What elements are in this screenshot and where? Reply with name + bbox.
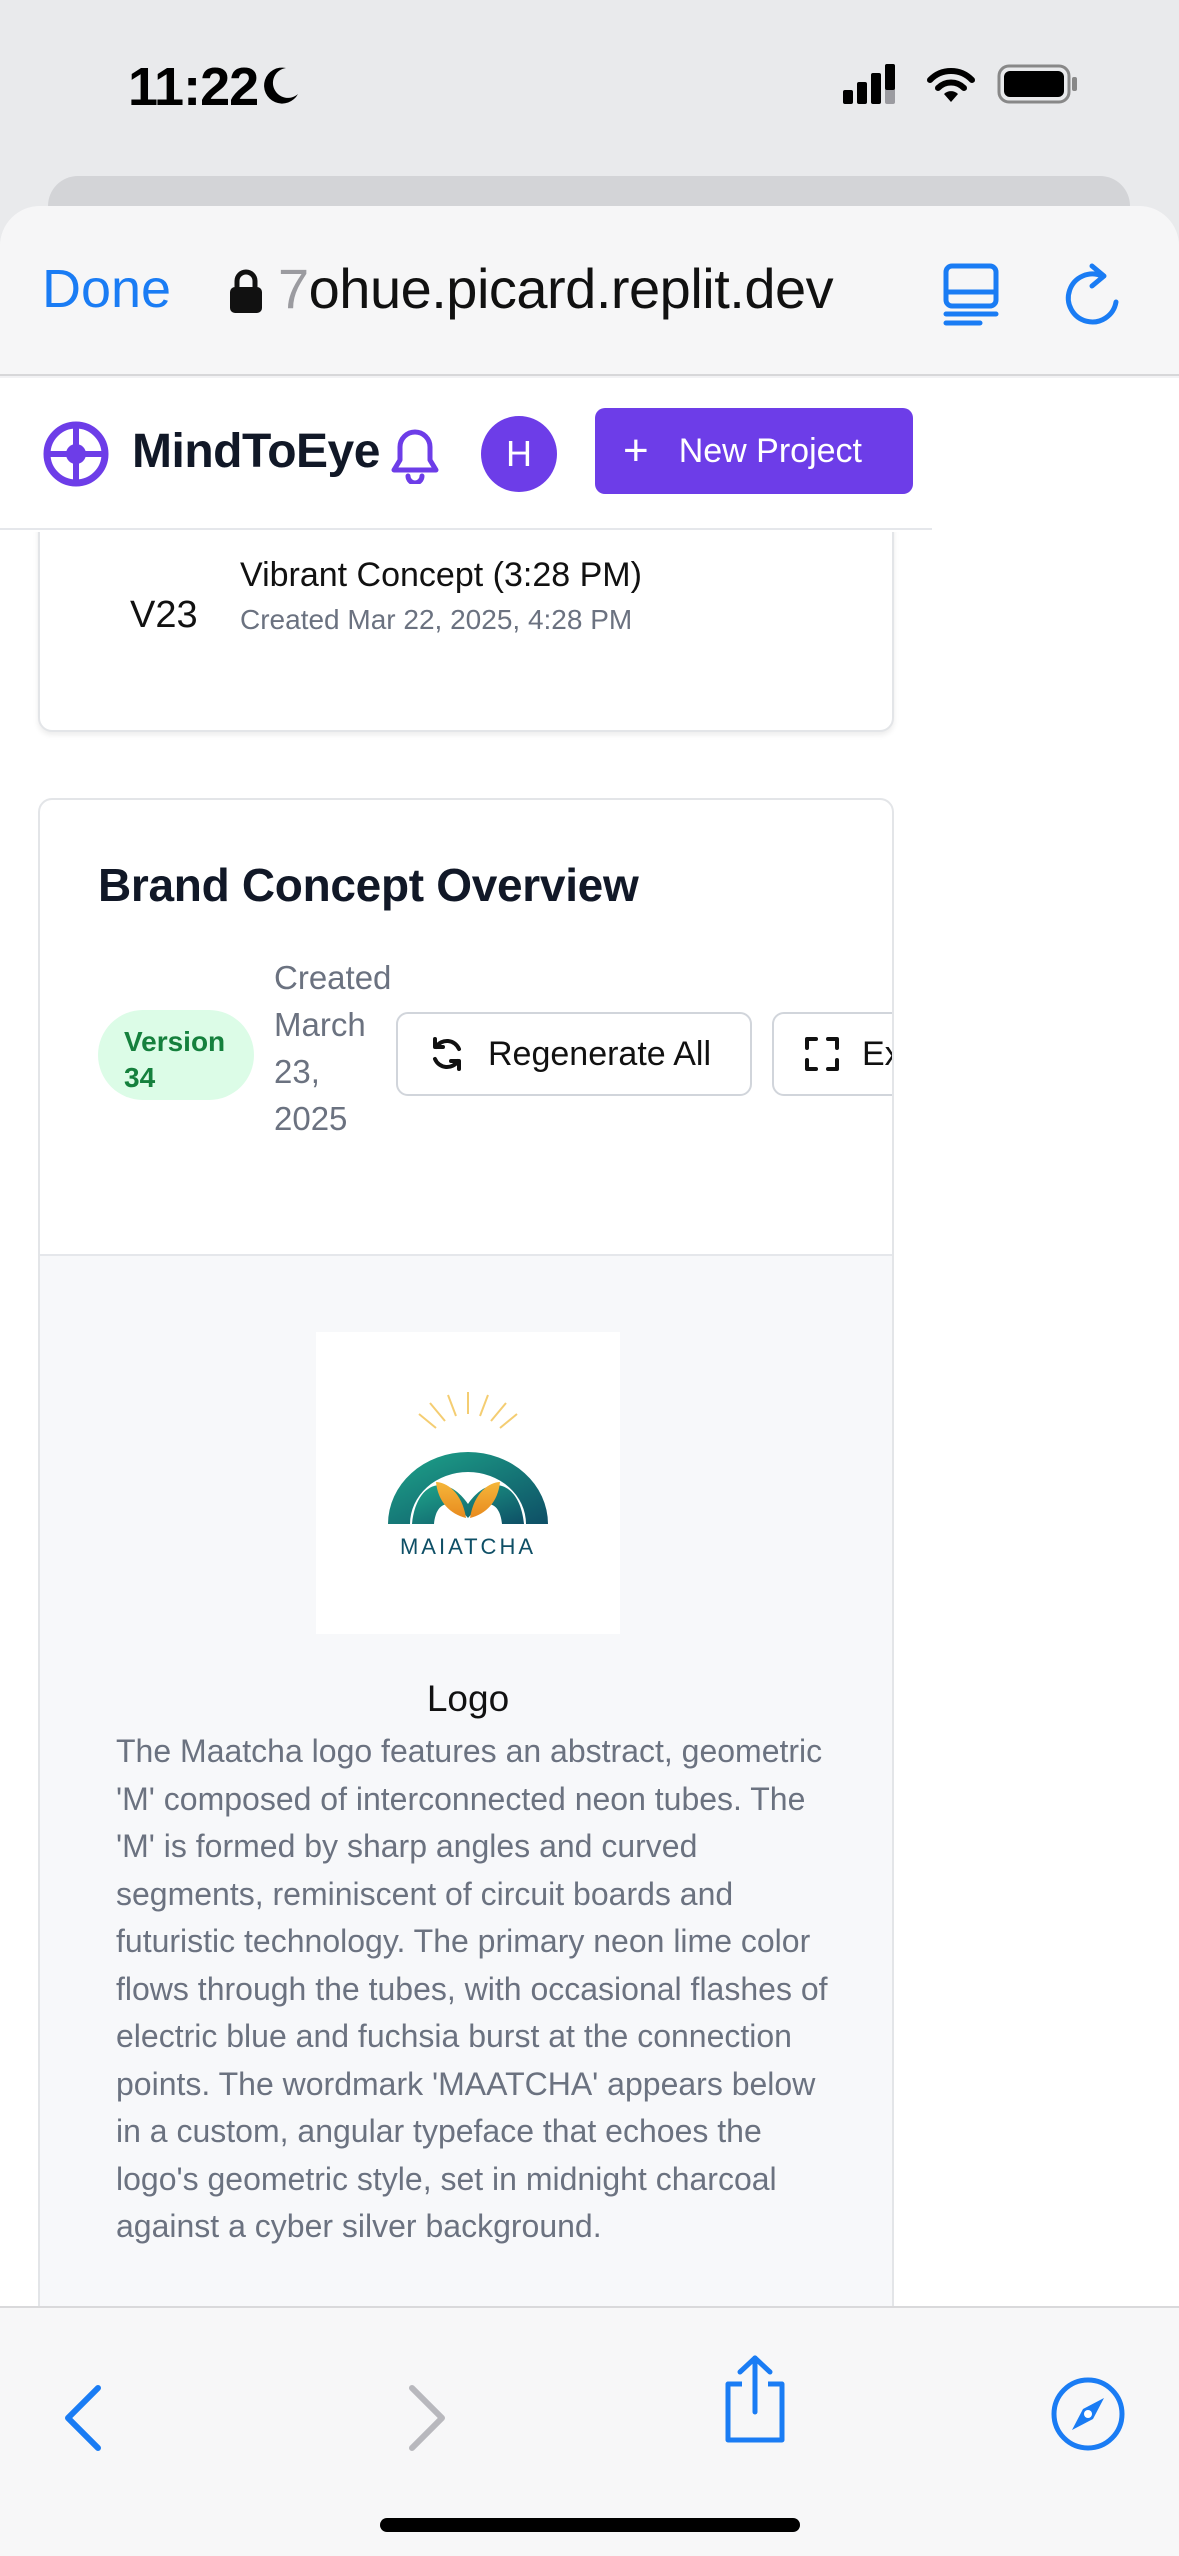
url-faded-text: 7: [278, 257, 309, 320]
share-icon[interactable]: [720, 2354, 790, 2446]
version-label: V23: [130, 594, 198, 636]
back-icon[interactable]: [62, 2384, 106, 2452]
status-time: 11:22: [128, 57, 259, 117]
logo-wordmark: MAIATCHA: [400, 1534, 536, 1559]
brand-name[interactable]: MindToEye: [132, 424, 380, 479]
url-field[interactable]: 7ohue.picard.replit.dev: [278, 256, 834, 321]
battery-icon: [997, 64, 1077, 104]
url-domain-text: ohue.picard.replit.dev: [308, 257, 834, 320]
url-bar: Done 7ohue.picard.replit.dev: [0, 206, 1179, 376]
expand-button[interactable]: Ex: [772, 1012, 892, 1096]
regenerate-all-label: Regenerate All: [488, 1034, 712, 1073]
bell-icon[interactable]: [388, 426, 442, 484]
forward-icon[interactable]: [404, 2384, 448, 2452]
version-badge: Version 34: [98, 1010, 254, 1100]
expand-icon: [805, 1037, 839, 1071]
asset-title: Logo: [426, 1678, 510, 1719]
reader-icon[interactable]: [942, 262, 1000, 326]
plus-icon: +: [623, 426, 649, 475]
moon-icon: [264, 67, 298, 104]
version-list-item[interactable]: V23 Vibrant Concept (3:28 PM) Created Ma…: [38, 532, 894, 732]
logo-image[interactable]: MAIATCHA: [316, 1332, 620, 1634]
refresh-icon: [433, 1037, 461, 1071]
done-button[interactable]: Done: [42, 258, 171, 320]
lock-icon: [230, 269, 262, 313]
expand-label: Ex: [862, 1034, 892, 1073]
avatar[interactable]: H: [481, 416, 557, 492]
version-created-date: Created Mar 22, 2025, 4:28 PM: [240, 604, 633, 635]
regenerate-all-button[interactable]: Regenerate All: [396, 1012, 752, 1096]
web-content: MindToEye H + New Project V23 Vibrant Co…: [0, 378, 1179, 2308]
new-project-label: New Project: [678, 431, 862, 470]
main-content: V23 Vibrant Concept (3:28 PM) Created Ma…: [0, 532, 932, 2308]
wifi-icon: [927, 68, 975, 102]
status-icons: [843, 64, 1079, 104]
reload-icon[interactable]: [1062, 262, 1126, 328]
brand-logo-icon[interactable]: [42, 420, 110, 488]
overview-title: Brand Concept Overview: [98, 859, 639, 911]
status-bar: 11:22: [0, 0, 1179, 170]
browser-sheet: Done 7ohue.picard.replit.dev MindToEye H…: [0, 206, 1179, 2556]
version-title: Vibrant Concept (3:28 PM): [240, 556, 642, 594]
asset-description: The Maatcha logo features an abstract, g…: [116, 1733, 828, 2244]
maiatcha-logo-icon: MAIATCHA: [388, 1392, 548, 1559]
created-date: Created March 23, 2025: [274, 959, 392, 1137]
compass-icon[interactable]: [1050, 2376, 1126, 2452]
brand-concept-overview-card: Brand Concept Overview Version 34 Create…: [38, 798, 894, 2308]
app-header: MindToEye H + New Project: [0, 378, 932, 530]
new-project-button[interactable]: + New Project: [595, 408, 913, 494]
logo-asset-section: MAIATCHA Logo The Maatcha logo features …: [40, 1256, 892, 2308]
signal-icon: [843, 64, 895, 104]
home-indicator: [380, 2518, 800, 2532]
